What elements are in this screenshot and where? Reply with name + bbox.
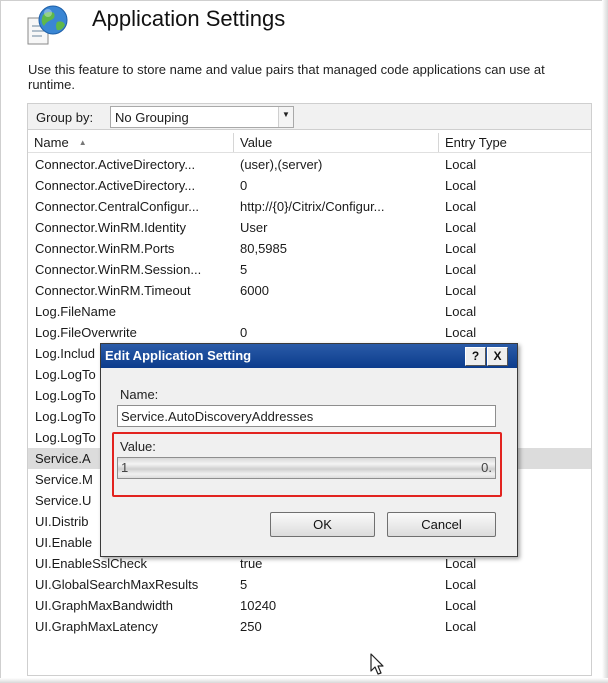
- cell-entry-type: Local: [445, 304, 477, 319]
- cell-entry-type: Local: [445, 283, 477, 298]
- cell-entry-type: Local: [445, 220, 477, 235]
- mouse-pointer-icon: [370, 653, 384, 675]
- table-row[interactable]: Log.FileName Local: [28, 301, 591, 322]
- group-by-label: Group by:: [36, 110, 94, 125]
- cell-name: UI.GraphMaxLatency: [35, 619, 158, 634]
- cell-name: UI.GraphMaxBandwidth: [35, 598, 174, 613]
- cell-value: 5: [240, 577, 248, 592]
- cell-entry-type: Local: [445, 325, 477, 340]
- cell-entry-type: Local: [445, 598, 477, 613]
- page-title: Application Settings: [92, 6, 286, 31]
- close-icon[interactable]: X: [487, 347, 508, 366]
- cell-value: 0: [240, 325, 248, 340]
- cell-value: User: [240, 220, 268, 235]
- cell-entry-type: Local: [445, 241, 477, 256]
- cell-entry-type: Local: [445, 262, 477, 277]
- cell-value: http://{0}/Citrix/Configur...: [240, 199, 385, 214]
- cell-value: 0: [240, 178, 248, 193]
- name-input[interactable]: [118, 406, 495, 426]
- dropdown-button[interactable]: ▼: [278, 107, 293, 127]
- group-by-toolbar: Group by: No Grouping ▼: [27, 103, 592, 130]
- column-header-value[interactable]: Value: [234, 133, 439, 152]
- cell-entry-type: Local: [445, 577, 477, 592]
- dialog-title: Edit Application Setting: [105, 348, 252, 363]
- cell-value: 5: [240, 262, 248, 277]
- table-row[interactable]: Connector.WinRM.Ports 80,5985 Local: [28, 238, 591, 259]
- table-row[interactable]: Connector.ActiveDirectory... (user),(serv…: [28, 154, 591, 175]
- page-description: Use this feature to store name and value…: [28, 62, 545, 92]
- cell-name: Connector.CentralConfigur...: [35, 199, 200, 214]
- cell-entry-type: Local: [445, 178, 477, 193]
- cell-name: Log.FileOverwrite: [35, 325, 137, 340]
- cell-name: Connector.WinRM.Identity: [35, 220, 187, 235]
- column-header-entry-type[interactable]: Entry Type: [439, 133, 591, 152]
- table-row[interactable]: Connector.WinRM.Identity User Local: [28, 217, 591, 238]
- table-row[interactable]: Connector.CentralConfigur... http://{0}/C…: [28, 196, 591, 217]
- value-highlight-box: [112, 432, 502, 497]
- table-row[interactable]: Log.FileOverwrite 0 Local: [28, 322, 591, 343]
- cell-value: 250: [240, 619, 262, 634]
- group-by-dropdown[interactable]: No Grouping ▼: [110, 106, 294, 128]
- name-field[interactable]: [117, 405, 496, 427]
- chevron-down-icon: ▼: [282, 110, 290, 119]
- cell-name: Connector.WinRM.Ports: [35, 241, 175, 256]
- table-row[interactable]: Connector.WinRM.Timeout 6000 Local: [28, 280, 591, 301]
- cell-entry-type: Local: [445, 619, 477, 634]
- cell-value: 10240: [240, 598, 277, 613]
- globe-document-icon: [27, 5, 68, 45]
- dialog-titlebar[interactable]: Edit Application Setting ? X: [101, 344, 517, 368]
- table-row[interactable]: UI.GlobalSearchMaxResults 5 Local: [28, 574, 591, 595]
- table-row[interactable]: Connector.ActiveDirectory... 0 Local: [28, 175, 591, 196]
- table-row[interactable]: UI.GraphMaxLatency 250 Local: [28, 616, 591, 637]
- name-label: Name:: [120, 387, 159, 402]
- table-row[interactable]: UI.GraphMaxBandwidth 10240 Local: [28, 595, 591, 616]
- group-by-value: No Grouping: [115, 110, 189, 125]
- cell-value: 80,5985: [240, 241, 287, 256]
- table-row[interactable]: Connector.WinRM.Session... 5 Local: [28, 259, 591, 280]
- cell-name: UI.GlobalSearchMaxResults: [35, 577, 199, 592]
- cell-value: 6000: [240, 283, 269, 298]
- frame-shadow-bottom: [0, 678, 608, 683]
- help-icon[interactable]: ?: [465, 347, 486, 366]
- cell-name: Connector.ActiveDirectory...: [35, 157, 196, 172]
- frame-shadow-right: [602, 0, 608, 683]
- column-header-name[interactable]: Name ▲: [28, 133, 234, 152]
- ok-button[interactable]: OK: [270, 512, 375, 537]
- grid-header: Name ▲ Value Entry Type: [28, 133, 591, 153]
- cell-entry-type: Local: [445, 199, 477, 214]
- cell-name: Connector.WinRM.Session...: [35, 262, 202, 277]
- cell-name: Connector.WinRM.Timeout: [35, 283, 191, 298]
- cancel-button[interactable]: Cancel: [387, 512, 496, 537]
- cell-value: (user),(server): [240, 157, 323, 172]
- cell-name: Connector.ActiveDirectory...: [35, 178, 196, 193]
- cell-name: Log.FileName: [35, 304, 116, 319]
- cell-entry-type: Local: [445, 157, 477, 172]
- sort-ascending-icon: ▲: [78, 138, 87, 147]
